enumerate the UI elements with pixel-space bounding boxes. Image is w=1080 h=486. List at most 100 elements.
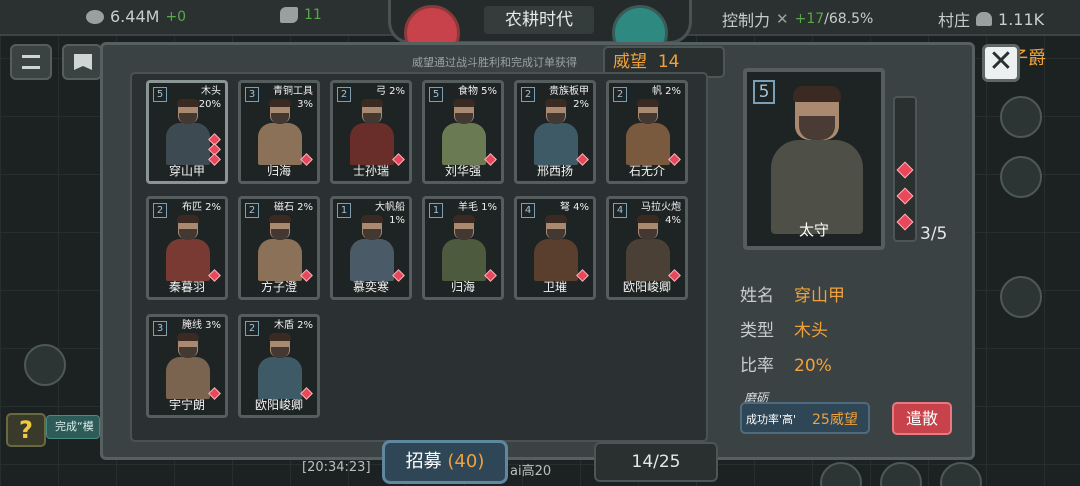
card-level: 5	[153, 87, 167, 102]
info-ratio: 比率 20%	[740, 351, 832, 376]
coins-stat: 6.44M +0	[86, 7, 186, 26]
noble-card[interactable]: 1 大帆船 1% 慕奕寒	[330, 196, 412, 300]
card-resource: 木头 20%	[198, 86, 221, 110]
card-level: 5	[429, 87, 443, 102]
noble-card[interactable]: 3 腌线 3% 宇宁朗	[146, 314, 228, 418]
menu-icon	[22, 55, 40, 69]
card-resource: 木盾 2%	[273, 320, 313, 331]
card-level: 2	[613, 87, 627, 102]
noble-card[interactable]: 4弩 4% 卫璀	[514, 196, 596, 300]
ratio-value: 20%	[794, 356, 832, 376]
card-level: 4	[613, 203, 627, 218]
type-value: 木头	[794, 321, 828, 341]
banner-button[interactable]	[62, 44, 102, 80]
map-tile-icon[interactable]	[1000, 156, 1042, 198]
info-type: 类型 木头	[740, 316, 828, 341]
portrait-title: 太守	[798, 221, 829, 239]
village-label: 村庄	[938, 11, 971, 30]
coins-value: 6.44M	[110, 7, 160, 26]
noble-card[interactable]: 2 木盾 2% 欧阳峻卿	[238, 314, 320, 418]
noble-card[interactable]: 3 青铜工具 3% 归海	[238, 80, 320, 184]
map-tile-icon[interactable]	[1000, 276, 1042, 318]
card-level: 2	[337, 87, 351, 102]
card-level: 2	[245, 203, 259, 218]
control-value: /68.5%	[824, 11, 874, 27]
polish-cost: 25威望	[812, 412, 858, 428]
log-time: [20:34:23]	[302, 460, 371, 475]
noble-card[interactable]: 2 贵族板甲 2% 邢西扬	[514, 80, 596, 184]
noble-figure	[164, 329, 212, 401]
card-level: 1	[429, 203, 443, 218]
noble-figure	[532, 211, 580, 283]
strength-stat: 11	[280, 7, 322, 23]
noble-figure	[256, 211, 304, 283]
card-level: 2	[153, 203, 167, 218]
name-value: 穿山甲	[794, 286, 845, 306]
dismiss-button[interactable]: 遣散	[892, 402, 952, 435]
village-stat: 村庄 1.11K	[938, 7, 1044, 31]
recruit-button[interactable]: 招募 (40)	[382, 440, 508, 484]
card-resource: 羊毛 1%	[457, 202, 497, 213]
people-icon	[976, 12, 993, 26]
noble-figure	[256, 329, 304, 401]
noble-card[interactable]: 5 食物 5% 刘华强	[422, 80, 504, 184]
recruit-label: 招募	[405, 451, 442, 472]
map-tile-icon[interactable]	[1000, 96, 1042, 138]
ratio-label: 比率	[740, 356, 774, 376]
menu-button[interactable]	[10, 44, 52, 80]
card-level: 1	[337, 203, 351, 218]
noble-card[interactable]: 4 马拉火炮 4% 欧阳峻卿	[606, 196, 688, 300]
help-button[interactable]: ?	[6, 413, 46, 447]
coins-delta: +0	[165, 8, 187, 25]
close-icon: ✕	[988, 44, 1014, 79]
card-resource: 青铜工具 3%	[273, 86, 313, 110]
arm-icon	[280, 7, 298, 23]
type-label: 类型	[740, 321, 774, 341]
name-label: 姓名	[740, 286, 774, 306]
control-label: 控制力	[722, 11, 771, 30]
card-level: 4	[521, 203, 535, 218]
prestige-label: 威望	[613, 52, 647, 72]
info-name: 姓名 穿山甲	[740, 281, 845, 306]
card-level: 2	[521, 87, 535, 102]
selected-portrait[interactable]: 5 太守	[743, 68, 885, 250]
noble-figure	[624, 95, 672, 167]
noble-card[interactable]: 2 布匹 2% 秦暮羽	[146, 196, 228, 300]
card-level: 3	[153, 321, 167, 336]
era-title: 农耕时代	[484, 6, 594, 34]
card-resource: 贵族板甲 2%	[549, 86, 589, 110]
card-resource: 马拉火炮 4%	[641, 202, 681, 226]
prestige-hint: 威望通过战斗胜利和完成订单获得	[412, 56, 577, 69]
noble-card[interactable]: 2 磁石 2% 方子澄	[238, 196, 320, 300]
card-resource: 弩 4%	[559, 202, 589, 213]
quest-hint[interactable]: 完成“模	[46, 415, 100, 439]
trait-count: 3/5	[920, 224, 948, 244]
noble-card[interactable]: 5 木头 20% 穿山甲	[146, 80, 228, 184]
paw-icon[interactable]	[24, 344, 66, 386]
coins-icon	[86, 9, 104, 24]
card-resource: 食物 5%	[457, 86, 497, 97]
roster-count: 14/25	[594, 442, 718, 482]
card-level: 3	[245, 87, 259, 102]
noble-card[interactable]: 1 羊毛 1% 归海	[422, 196, 504, 300]
card-resource: 大帆船 1%	[375, 202, 405, 226]
card-resource: 腌线 3%	[181, 320, 221, 331]
noble-card[interactable]: 2弓 2% 士孙瑞	[330, 80, 412, 184]
prestige-value: 14	[657, 52, 680, 72]
card-resource: 布匹 2%	[181, 202, 221, 213]
card-resource: 磁石 2%	[273, 202, 313, 213]
recruit-count: (40)	[447, 451, 485, 472]
noble-figure	[440, 211, 488, 283]
close-button[interactable]: ✕	[982, 44, 1020, 82]
banner-icon	[74, 54, 92, 70]
card-level: 2	[245, 321, 259, 336]
noble-card[interactable]: 2帆 2% 石无介	[606, 80, 688, 184]
village-value: 1.11K	[998, 9, 1045, 29]
card-resource: 帆 2%	[651, 86, 681, 97]
control-delta: +17	[794, 11, 825, 27]
noble-figure	[769, 84, 865, 234]
card-resource: 弓 2%	[375, 86, 405, 97]
crossed-swords-icon: ✕	[776, 10, 789, 28]
noble-figure	[348, 95, 396, 167]
noble-figure	[440, 95, 488, 167]
